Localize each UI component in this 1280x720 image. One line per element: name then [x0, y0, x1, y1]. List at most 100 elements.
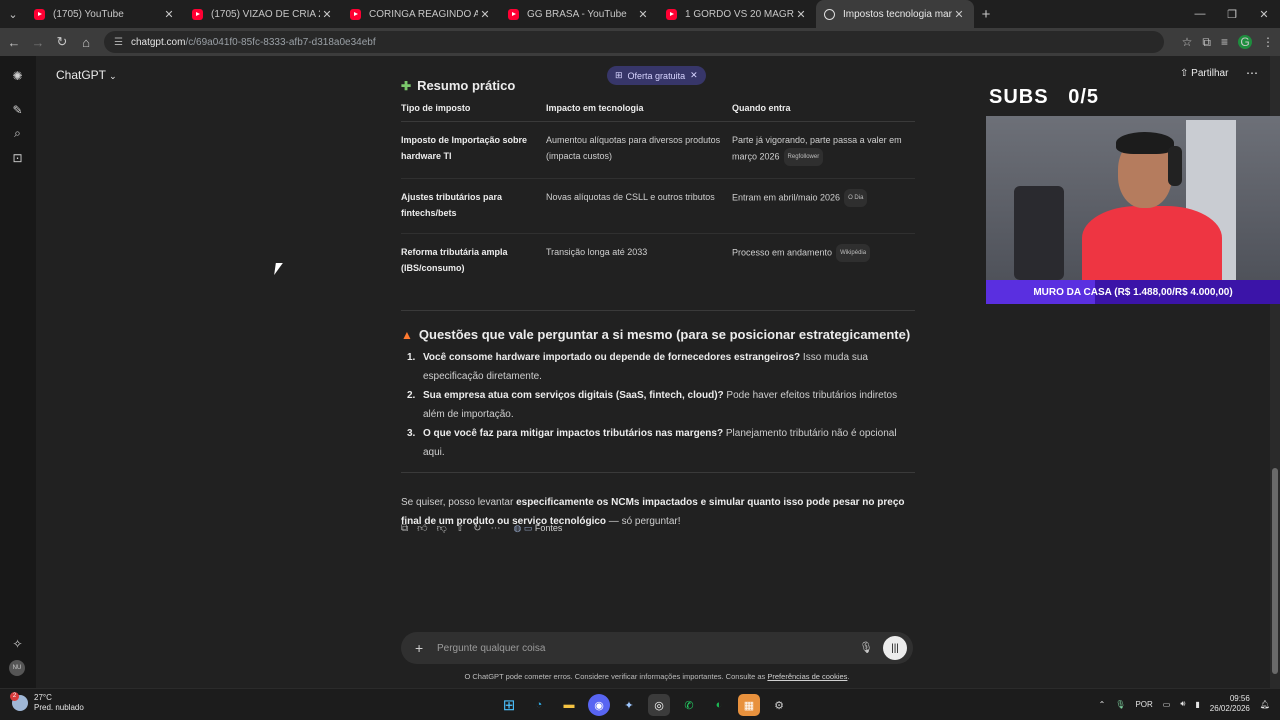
- thumbs-up-icon[interactable]: 👍︎: [417, 522, 427, 534]
- chat-sidebar: ✺ ✎ ⌕ ⊡ ✧ NU: [0, 56, 36, 688]
- extensions-icon[interactable]: ⧉: [1202, 35, 1211, 50]
- voice-mode-button[interactable]: |||: [883, 636, 907, 660]
- browser-tab[interactable]: GG BRASA - YouTube ✕: [500, 0, 658, 28]
- language-indicator[interactable]: POR: [1135, 700, 1152, 709]
- url-host: chatgpt.com: [130, 36, 186, 48]
- donation-goal-bar: MURO DA CASA (R$ 1.488,00/R$ 4.000,00): [986, 280, 1280, 304]
- weather-widget[interactable]: 2 27°C Pred. nublado: [10, 692, 84, 713]
- toolbar-right: ☆ ⧉ ≡ G ⋮: [1182, 28, 1274, 56]
- tab-title: CORINGA REAGINDO A: TOUR: [369, 8, 478, 20]
- user-avatar[interactable]: NU: [9, 660, 25, 676]
- prompt-input[interactable]: [437, 642, 837, 654]
- summary-table: Tipo de imposto Impacto em tecnologia Qu…: [401, 99, 915, 288]
- spotify-icon[interactable]: ◐: [708, 694, 730, 716]
- library-icon[interactable]: ⊡: [10, 150, 25, 165]
- more-icon[interactable]: ⋯: [491, 523, 501, 534]
- model-selector[interactable]: ChatGPT ⌄: [56, 68, 117, 82]
- start-icon[interactable]: ⊞: [498, 694, 520, 716]
- chevron-down-icon: ⌄: [109, 71, 117, 81]
- list-item: 3. O que você faz para mitigar impactos t…: [407, 428, 897, 458]
- reload-icon[interactable]: ↻: [50, 34, 74, 50]
- window-controls: — ❐ ✕: [1184, 0, 1280, 28]
- share-button[interactable]: ⇧ Partilhar: [1180, 68, 1228, 79]
- tab-close-icon[interactable]: ✕: [162, 8, 176, 21]
- battery-icon[interactable]: ▮: [1195, 700, 1199, 709]
- browser-menu-icon[interactable]: ⋮: [1262, 35, 1274, 49]
- file-explorer-icon[interactable]: ▬: [558, 694, 580, 716]
- tab-close-icon[interactable]: ✕: [794, 8, 808, 21]
- volume-icon[interactable]: 🔊︎: [1180, 699, 1185, 709]
- home-icon[interactable]: ⌂: [74, 35, 98, 50]
- media-controls-icon[interactable]: ≡: [1221, 35, 1228, 49]
- browser-tab-strip: ⌄ (1705) YouTube ✕ (1705) VIZÃO DE CRIA …: [0, 0, 1280, 28]
- questions-list: 1. Você consome hardware importado ou dep…: [401, 348, 915, 462]
- table-cell: Ajustes tributários para fintechs/bets: [401, 178, 546, 234]
- source-chip[interactable]: Regfollower: [783, 148, 824, 166]
- table-row: Imposto de Importação sobre hardware TI …: [401, 121, 915, 179]
- back-icon[interactable]: ←: [2, 35, 26, 50]
- site-info-icon[interactable]: ☰: [114, 37, 123, 48]
- source-chip[interactable]: O Dia: [844, 189, 868, 207]
- browser-tab[interactable]: (1705) YouTube ✕: [26, 0, 184, 28]
- table-cell: Reforma tributária ampla (IBS/consumo): [401, 247, 508, 273]
- share-icon[interactable]: ⇧: [456, 523, 464, 534]
- scrollbar-thumb[interactable]: [1272, 468, 1278, 674]
- sources-button[interactable]: ◍ ▭ Fontes: [514, 523, 563, 534]
- table-cell: Aumentou alíquotas para diversos produto…: [546, 121, 732, 179]
- discord-icon[interactable]: ◉: [588, 694, 610, 716]
- forward-icon[interactable]: →: [26, 35, 50, 50]
- divider: [401, 310, 915, 311]
- stream-overlay: SUBS 0/5 MURO DA CASA (R$ 1.488,00/R$ 4.…: [986, 86, 1280, 304]
- more-options-icon[interactable]: ⋯: [1246, 66, 1258, 80]
- microphone-icon[interactable]: 🎙︎: [1115, 700, 1125, 709]
- taskbar-apps: ⊞ ◔ ▬ ◉ ✦ ◎ ✆ ◐ ▦ ⚙: [498, 694, 790, 716]
- table-cell: Imposto de Importação sobre hardware TI: [401, 121, 546, 179]
- new-chat-icon[interactable]: ✎: [10, 102, 25, 117]
- browser-tab[interactable]: CORINGA REAGINDO A: TOUR ✕: [342, 0, 500, 28]
- tab-title: GG BRASA - YouTube: [527, 8, 627, 20]
- network-icon[interactable]: ▭: [1163, 700, 1171, 709]
- copy-icon[interactable]: ⧉: [401, 523, 408, 534]
- edge-icon[interactable]: ◔: [528, 694, 550, 716]
- close-window-icon[interactable]: ✕: [1248, 0, 1280, 28]
- source-chip[interactable]: Wikipédia: [836, 244, 871, 262]
- youtube-icon: [350, 8, 361, 20]
- whatsapp-icon[interactable]: ✆: [678, 694, 700, 716]
- add-attachment-icon[interactable]: +: [415, 640, 435, 656]
- microphone-icon[interactable]: 🎙︎: [859, 641, 873, 654]
- bookmark-star-icon[interactable]: ☆: [1182, 35, 1193, 49]
- profile-avatar[interactable]: G: [1238, 35, 1252, 49]
- thumbs-down-icon[interactable]: 👎︎: [437, 522, 447, 534]
- openai-logo-icon[interactable]: ✺: [10, 68, 25, 83]
- table-row: Ajustes tributários para fintechs/bets N…: [401, 178, 915, 234]
- table-cell: Transição longa até 2033: [546, 247, 648, 257]
- clock[interactable]: 09:56 26/02/2026: [1210, 694, 1250, 714]
- browser-tab[interactable]: 1 GORDO VS 20 MAGROS | FT. ✕: [658, 0, 816, 28]
- tab-close-icon[interactable]: ✕: [320, 8, 334, 21]
- steam-icon[interactable]: ✦: [618, 694, 640, 716]
- app-icon[interactable]: ⚙: [768, 694, 790, 716]
- browser-tab[interactable]: (1705) VIZÃO DE CRIA 2 - Ane ✕: [184, 0, 342, 28]
- summary-heading: ✚ Resumo prático: [401, 78, 516, 93]
- table-header: Tipo de imposto: [401, 99, 546, 122]
- browser-tab-active[interactable]: Impostos tecnologia março 20 ✕: [816, 0, 974, 28]
- tab-close-icon[interactable]: ✕: [636, 8, 650, 21]
- table-row: Reforma tributária ampla (IBS/consumo) T…: [401, 234, 915, 289]
- new-tab-icon[interactable]: +: [974, 6, 998, 23]
- chevron-up-icon[interactable]: ⌃: [1099, 700, 1106, 709]
- tab-title: (1705) VIZÃO DE CRIA 2 - Ane: [211, 8, 320, 20]
- tab-search-icon[interactable]: ⌄: [0, 0, 26, 28]
- upgrade-sparkle-icon[interactable]: ✧: [10, 636, 25, 651]
- tab-close-icon[interactable]: ✕: [952, 8, 966, 21]
- address-bar[interactable]: ☰ chatgpt.com/c/69a041f0-85fc-8333-afb7-…: [104, 31, 1164, 53]
- search-icon[interactable]: ⌕: [10, 126, 25, 141]
- tab-close-icon[interactable]: ✕: [478, 8, 492, 21]
- restore-icon[interactable]: ❐: [1216, 0, 1248, 28]
- notifications-icon[interactable]: 🔔︎: [1260, 700, 1270, 709]
- app-icon[interactable]: ▦: [738, 694, 760, 716]
- chrome-icon[interactable]: ◎: [648, 694, 670, 716]
- url-path: /c/69a041f0-85fc-8333-afb7-d318a0e34ebf: [185, 36, 376, 48]
- regenerate-icon[interactable]: ↻: [473, 523, 481, 534]
- cookie-preferences-link[interactable]: Preferências de cookies: [767, 672, 847, 681]
- minimize-icon[interactable]: —: [1184, 0, 1216, 28]
